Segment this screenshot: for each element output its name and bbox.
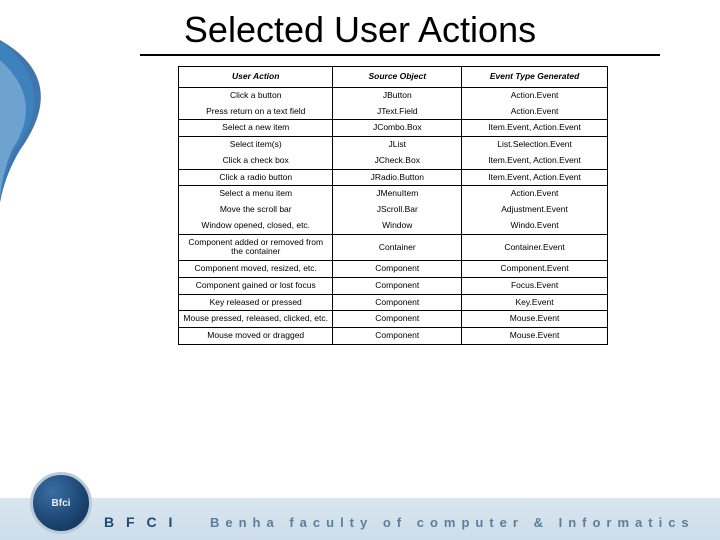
cell-event: List.Selection.Event (462, 137, 608, 153)
cell-action: Key released or pressed (179, 294, 333, 311)
cell-action: Component gained or lost focus (179, 277, 333, 294)
cell-event: Item.Event, Action.Event (462, 169, 608, 186)
bfci-abbrev: B F C I (104, 514, 176, 530)
cell-event: Action.Event (462, 104, 608, 120)
cell-action: Window opened, closed, etc. (179, 218, 333, 234)
actions-table-container: User ActionSource ObjectEvent Type Gener… (178, 66, 608, 345)
table-row: Key released or pressedComponentKey.Even… (179, 294, 608, 311)
table-row: Mouse moved or draggedComponentMouse.Eve… (179, 328, 608, 345)
title-underline (140, 54, 660, 56)
cell-action: Click a check box (179, 153, 333, 169)
page-title: Selected User Actions (0, 10, 720, 50)
cell-source: Component (333, 294, 462, 311)
table-row: Component added or removed from the cont… (179, 234, 608, 261)
logo-text: Bfci (52, 498, 71, 509)
cell-source: Container (333, 234, 462, 261)
slide: Selected User Actions User ActionSource … (0, 0, 720, 540)
cell-event: Action.Event (462, 186, 608, 202)
cell-event: Item.Event, Action.Event (462, 153, 608, 169)
cell-source: JScroll.Bar (333, 202, 462, 218)
cell-event: Item.Event, Action.Event (462, 120, 608, 137)
cell-source: JMenuItem (333, 186, 462, 202)
cell-source: JText.Field (333, 104, 462, 120)
cell-event: Windo.Event (462, 218, 608, 234)
cell-action: Click a button (179, 87, 333, 103)
cell-source: Component (333, 261, 462, 278)
cell-action: User Action (179, 67, 333, 88)
cell-source: JCombo.Box (333, 120, 462, 137)
swoosh-decoration (0, 40, 60, 260)
cell-event: Adjustment.Event (462, 202, 608, 218)
table-row: Click a check boxJCheck.BoxItem.Event, A… (179, 153, 608, 169)
cell-event: Component.Event (462, 261, 608, 278)
table-row: Select a new itemJCombo.BoxItem.Event, A… (179, 120, 608, 137)
cell-action: Select a new item (179, 120, 333, 137)
table-row: Mouse pressed, released, clicked, etc.Co… (179, 311, 608, 328)
cell-source: JButton (333, 87, 462, 103)
cell-action: Select a menu item (179, 186, 333, 202)
cell-source: JCheck.Box (333, 153, 462, 169)
table-row: Component moved, resized, etc.ComponentC… (179, 261, 608, 278)
faculty-name: Benha faculty of computer & Informatics (210, 515, 695, 530)
cell-event: Event Type Generated (462, 67, 608, 88)
table-row: Component gained or lost focusComponentF… (179, 277, 608, 294)
cell-source: Source Object (333, 67, 462, 88)
actions-table: User ActionSource ObjectEvent Type Gener… (178, 66, 608, 345)
cell-source: Window (333, 218, 462, 234)
cell-action: Mouse pressed, released, clicked, etc. (179, 311, 333, 328)
cell-action: Component added or removed from the cont… (179, 234, 333, 261)
table-row: Click a radio buttonJRadio.ButtonItem.Ev… (179, 169, 608, 186)
table-row: Select item(s)JListList.Selection.Event (179, 137, 608, 153)
cell-event: Mouse.Event (462, 328, 608, 345)
cell-event: Container.Event (462, 234, 608, 261)
table-row: Move the scroll barJScroll.BarAdjustment… (179, 202, 608, 218)
footer-content: Bfci B F C I Benha faculty of computer &… (0, 498, 720, 540)
cell-event: Action.Event (462, 87, 608, 103)
table-row: Click a buttonJButtonAction.Event (179, 87, 608, 103)
bfci-logo: Bfci (30, 472, 92, 534)
cell-event: Mouse.Event (462, 311, 608, 328)
table-row: Window opened, closed, etc.WindowWindo.E… (179, 218, 608, 234)
cell-event: Key.Event (462, 294, 608, 311)
table-row: Select a menu itemJMenuItemAction.Event (179, 186, 608, 202)
cell-action: Select item(s) (179, 137, 333, 153)
cell-source: JRadio.Button (333, 169, 462, 186)
cell-action: Press return on a text field (179, 104, 333, 120)
cell-action: Mouse moved or dragged (179, 328, 333, 345)
table-header-row: User ActionSource ObjectEvent Type Gener… (179, 67, 608, 88)
cell-action: Move the scroll bar (179, 202, 333, 218)
cell-source: Component (333, 328, 462, 345)
cell-action: Click a radio button (179, 169, 333, 186)
table-row: Press return on a text fieldJText.FieldA… (179, 104, 608, 120)
cell-source: Component (333, 311, 462, 328)
cell-event: Focus.Event (462, 277, 608, 294)
cell-source: JList (333, 137, 462, 153)
cell-action: Component moved, resized, etc. (179, 261, 333, 278)
cell-source: Component (333, 277, 462, 294)
title-area: Selected User Actions (0, 10, 720, 56)
